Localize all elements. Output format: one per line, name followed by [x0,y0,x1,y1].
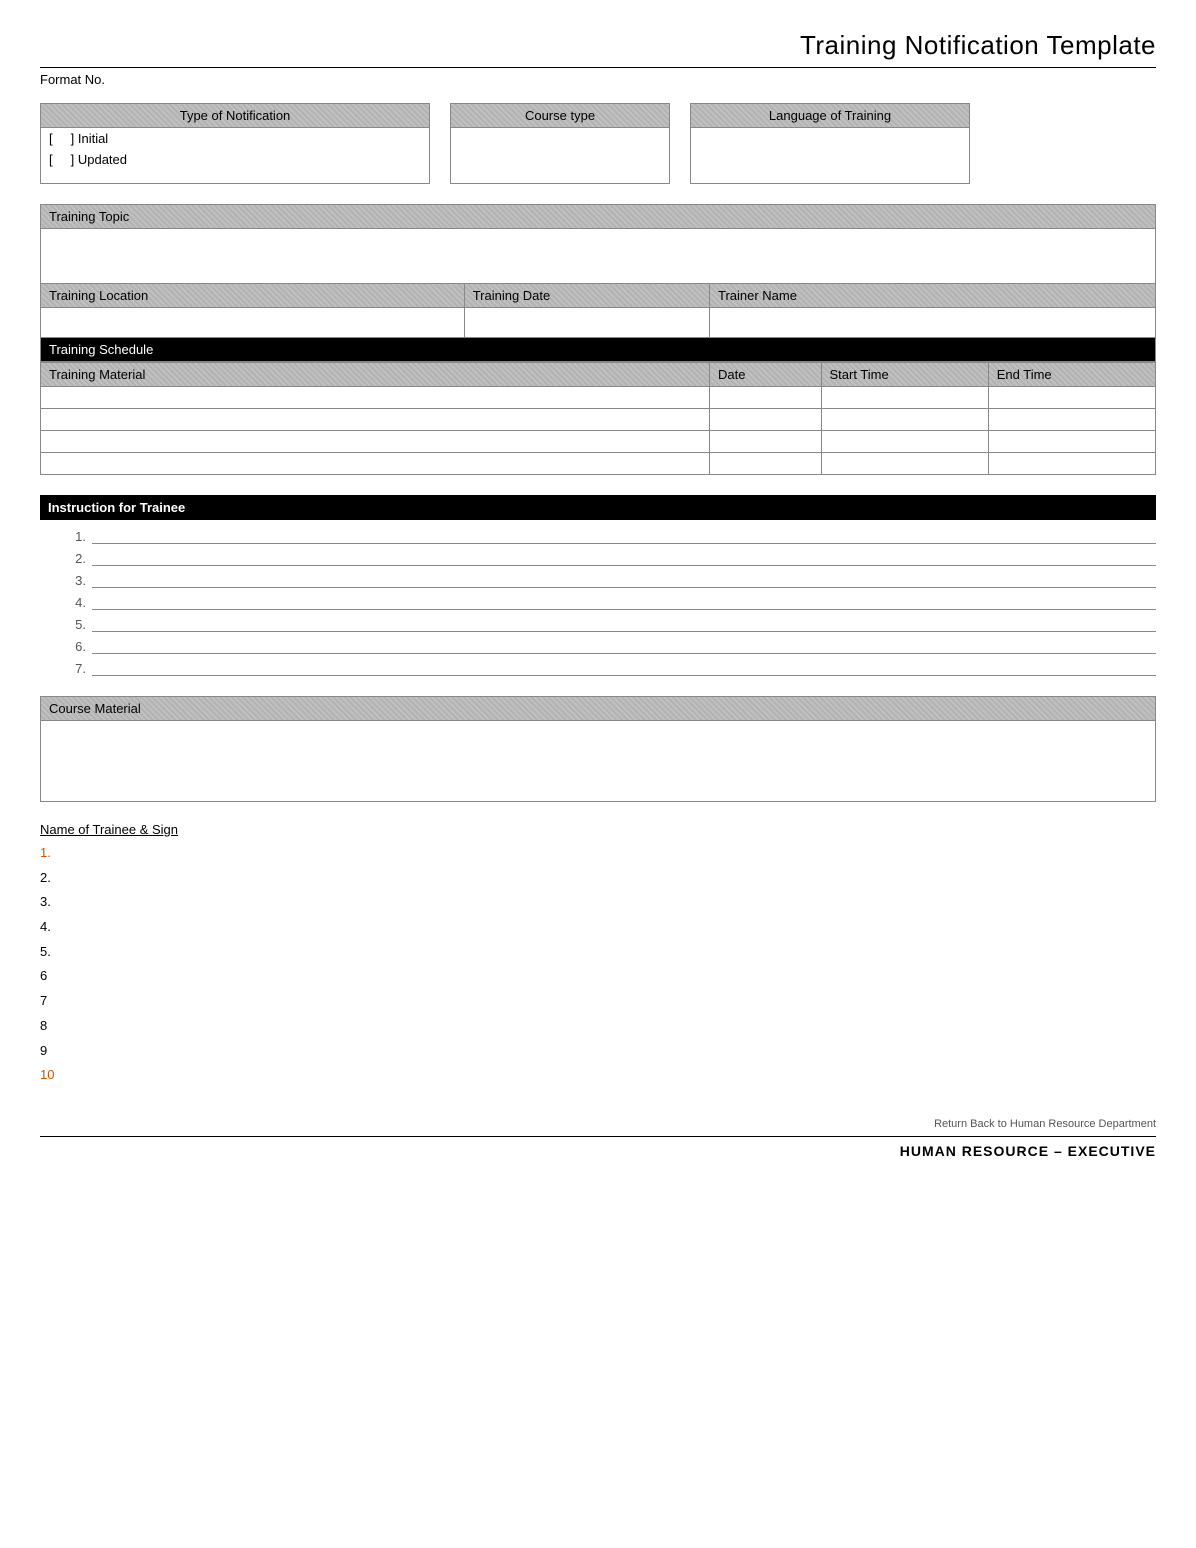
list-item: 8 [40,1014,1156,1039]
training-date-header: Training Date [464,284,709,308]
material-2 [41,409,710,431]
course-material-header: Course Material [41,697,1155,721]
trainee-title: Name of Trainee & Sign [40,822,1156,837]
language-header: Language of Training [691,104,969,128]
list-item: 3. [70,572,1156,588]
footer-dept: HUMAN RESOURCE – EXECUTIVE [40,1143,1156,1159]
format-no-row: Format No. [40,67,1156,87]
language-body [691,128,969,183]
notification-updated-row: [ ] Updated [41,149,429,170]
table-row [41,453,1156,475]
material-1 [41,387,710,409]
training-topic-row [41,229,1156,284]
table-row [41,431,1156,453]
material-3 [41,431,710,453]
course-type-box: Course type [450,103,670,184]
list-item: 7 [40,989,1156,1014]
training-location-header: Training Location [41,284,465,308]
main-table-wrapper: Training Topic Training Location Trainin… [40,204,1156,475]
page-title: Training Notification Template [40,30,1156,61]
language-box: Language of Training [690,103,970,184]
trainer-name-header: Trainer Name [709,284,1155,308]
date-header: Date [710,363,822,387]
footer-divider [40,1136,1156,1137]
list-item: 9 [40,1039,1156,1064]
training-schedule-row: Training Schedule [41,338,1156,362]
list-item: 5. [70,616,1156,632]
list-item: 3. [40,890,1156,915]
start-1 [821,387,988,409]
notification-updated-label: ] Updated [71,152,127,167]
start-4 [821,453,988,475]
course-type-body [451,128,669,183]
notification-header: Type of Notification [41,104,429,128]
training-topic-header-row: Training Topic [41,205,1156,229]
training-table: Training Topic Training Location Trainin… [40,204,1156,362]
trainer-name-body [709,308,1155,338]
course-material-box: Course Material [40,696,1156,802]
list-item: 10 [40,1063,1156,1088]
start-time-header: Start Time [821,363,988,387]
top-grid: Type of Notification [ ] Initial [ ] Upd… [40,103,1156,184]
list-item: 6. [70,638,1156,654]
material-4 [41,453,710,475]
list-item: 4. [40,915,1156,940]
notification-initial-row: [ ] Initial [41,128,429,149]
end-2 [988,409,1155,431]
table-row [41,387,1156,409]
date-1 [710,387,822,409]
training-location-body [41,308,465,338]
bracket-open-2: [ [49,152,53,167]
end-time-header: End Time [988,363,1155,387]
notification-box: Type of Notification [ ] Initial [ ] Upd… [40,103,430,184]
course-type-header: Course type [451,104,669,128]
list-item: 2. [40,866,1156,891]
bracket-open-1: [ [49,131,53,146]
end-4 [988,453,1155,475]
list-item: 1. [70,528,1156,544]
course-material-body [41,721,1155,801]
list-item: 5. [40,940,1156,965]
location-date-trainer-row [41,308,1156,338]
table-row [41,409,1156,431]
start-2 [821,409,988,431]
location-date-trainer-header-row: Training Location Training Date Trainer … [41,284,1156,308]
start-3 [821,431,988,453]
training-material-header: Training Material [41,363,710,387]
list-item: 1. [40,841,1156,866]
training-schedule-header: Training Schedule [41,338,1156,362]
list-item: 2. [70,550,1156,566]
trainee-section: Name of Trainee & Sign 1. 2. 3. 4. 5. 6 … [40,822,1156,1088]
date-2 [710,409,822,431]
format-no-label: Format No. [40,72,105,87]
schedule-table: Training Material Date Start Time End Ti… [40,362,1156,475]
end-1 [988,387,1155,409]
date-3 [710,431,822,453]
date-4 [710,453,822,475]
trainee-list: 1. 2. 3. 4. 5. 6 7 8 9 10 [40,841,1156,1088]
instruction-list: 1. 2. 3. 4. 5. 6. 7. [40,528,1156,676]
list-item: 7. [70,660,1156,676]
list-item: 4. [70,594,1156,610]
instruction-section: Instruction for Trainee 1. 2. 3. 4. 5. 6… [40,495,1156,676]
end-3 [988,431,1155,453]
training-topic-header: Training Topic [41,205,1156,229]
footer-return-text: Return Back to Human Resource Department [40,1118,1156,1130]
list-item: 6 [40,964,1156,989]
schedule-header-row: Training Material Date Start Time End Ti… [41,363,1156,387]
instruction-header: Instruction for Trainee [40,495,1156,520]
training-date-body [464,308,709,338]
training-topic-body [41,229,1156,284]
notification-initial-label: ] Initial [71,131,109,146]
